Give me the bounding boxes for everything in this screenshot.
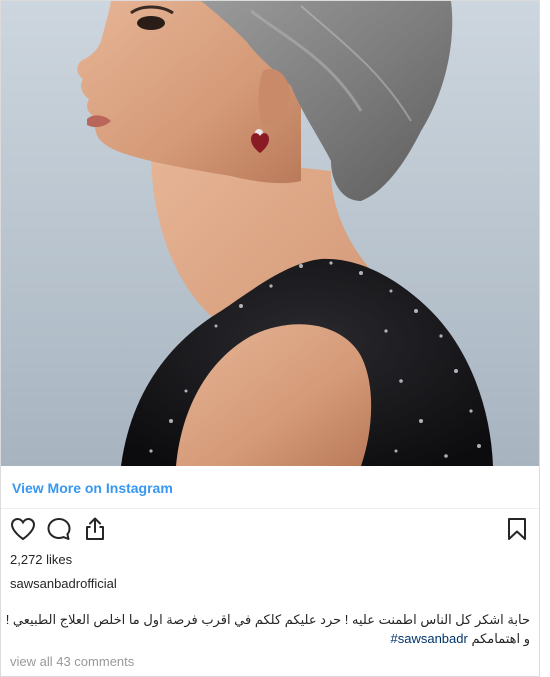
heart-outline-icon[interactable] bbox=[9, 515, 37, 543]
view-all-comments-link[interactable]: view all 43 comments bbox=[10, 654, 134, 669]
hashtag-link[interactable]: #sawsanbadr bbox=[390, 631, 467, 646]
post-caption: حابة اشكر كل الناس اطمنت عليه ! حرد عليك… bbox=[1, 610, 530, 648]
post-photo[interactable] bbox=[1, 1, 539, 466]
post-actions-bar bbox=[1, 509, 539, 549]
caption-line-2: و اهتمامكم #sawsanbadr bbox=[10, 629, 530, 648]
likes-count[interactable]: 2,272 likes bbox=[10, 552, 72, 567]
share-upload-icon[interactable] bbox=[81, 515, 109, 543]
view-more-bar: View More on Instagram bbox=[1, 466, 539, 509]
bookmark-outline-icon[interactable] bbox=[503, 515, 531, 543]
caption-line-1: حابة اشكر كل الناس اطمنت عليه ! حرد عليك… bbox=[1, 612, 530, 627]
portrait-illustration bbox=[1, 1, 539, 466]
comment-bubble-icon[interactable] bbox=[45, 515, 73, 543]
view-more-on-instagram-link[interactable]: View More on Instagram bbox=[12, 480, 173, 496]
instagram-embed-card: View More on Instagram 2,272 likes sawsa… bbox=[0, 0, 540, 677]
post-username[interactable]: sawsanbadrofficial bbox=[10, 576, 117, 591]
caption-line-2-text: و اهتمامكم bbox=[471, 631, 530, 646]
